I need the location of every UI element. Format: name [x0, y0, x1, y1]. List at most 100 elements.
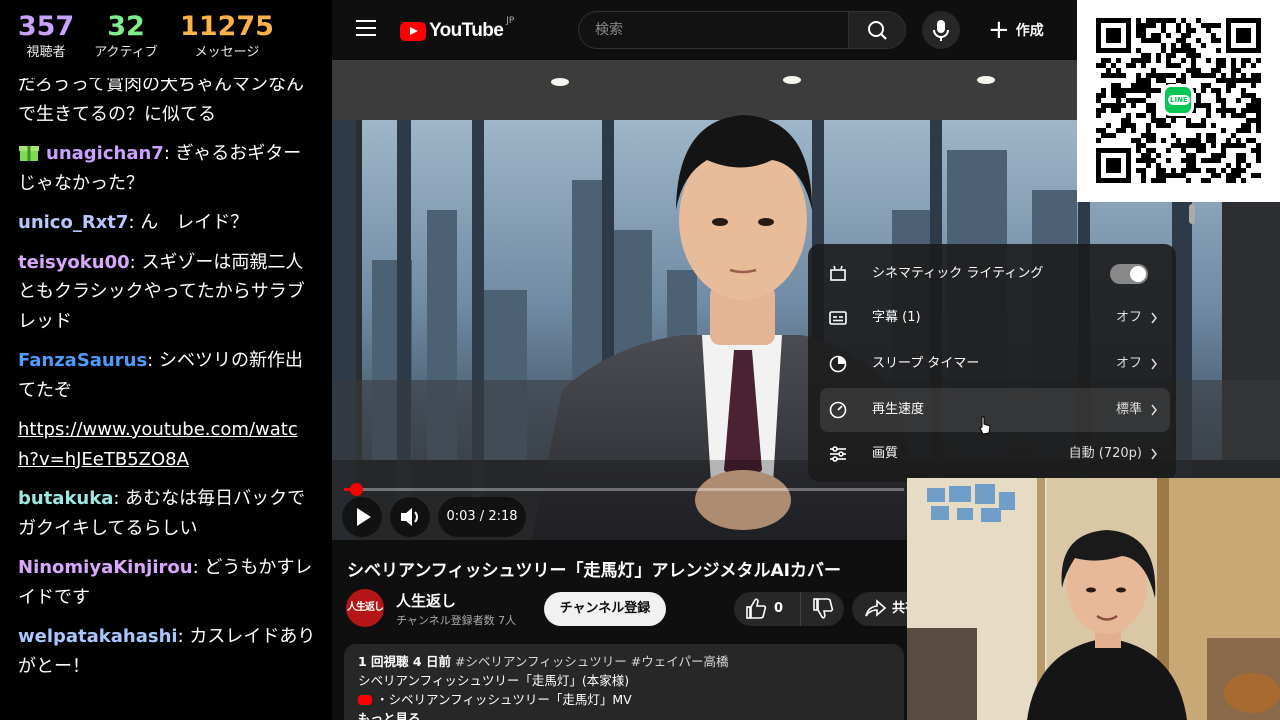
viewer-count: 357 視聴者 — [14, 10, 78, 62]
quality-icon — [830, 446, 846, 462]
progress-scrubber[interactable] — [350, 483, 363, 496]
scrollbar-thumb[interactable] — [1189, 204, 1195, 224]
settings-row-sleep-timer[interactable]: スリープ タイマー オフ — [820, 342, 1170, 386]
search-button[interactable] — [848, 11, 906, 49]
menu-icon[interactable] — [356, 20, 376, 38]
play-icon — [357, 508, 371, 526]
message-count-label: メッセージ — [194, 45, 260, 60]
chat-separator: : — [192, 557, 205, 578]
viewer-count-value: 357 — [17, 11, 75, 42]
video-title: シベリアンフィッシュツリー「走馬灯」アレンジメタルAIカバー — [347, 561, 841, 581]
settings-row-value: 自動 (720p) — [1068, 446, 1142, 461]
like-button[interactable]: 0 — [734, 592, 794, 626]
youtube-logo-text: YouTube — [429, 20, 504, 41]
cinematic-lighting-toggle[interactable] — [1110, 264, 1148, 284]
chat-message: unagichan7: ぎゃるおギターじゃなかった？ — [18, 139, 318, 198]
active-count-label: アクティブ — [94, 45, 158, 60]
like-count: 0 — [774, 601, 784, 616]
channel-name[interactable]: 人生返し — [396, 590, 456, 611]
settings-row-cinematic-lighting[interactable]: シネマティック ライティング — [820, 252, 1170, 296]
region-code: JP — [506, 16, 515, 26]
settings-row-playback-speed[interactable]: 再生速度 標準 — [820, 388, 1170, 432]
youtube-logo[interactable]: YouTube JP — [400, 16, 514, 42]
search-input[interactable]: 検索 — [578, 11, 848, 49]
search-icon — [868, 21, 887, 40]
webcam-overlay — [907, 478, 1280, 720]
chat-message: NinomiyaKinjirou: どうもかすレイドです — [18, 553, 318, 612]
channel-avatar[interactable]: 人生返し — [346, 589, 384, 627]
settings-row-label: 画質 — [872, 446, 899, 461]
view-count-date: 1 回視聴 4 日前 — [358, 654, 451, 669]
show-more-link[interactable]: もっと見る — [358, 709, 890, 720]
chevron-right-icon — [1151, 448, 1157, 460]
settings-row-label: スリープ タイマー — [872, 356, 980, 371]
chat-text: ん レイド？ — [140, 212, 249, 233]
settings-row-value: 標準 — [1115, 402, 1142, 417]
chat-message: welpatakahashi: カスレイドありがとー！ — [18, 622, 318, 681]
description-line: シベリアンフィッシュツリー「走馬灯」(本家様) — [358, 673, 630, 688]
settings-row-label: 再生速度 — [872, 402, 925, 417]
mouse-cursor-icon — [979, 416, 991, 435]
chat-separator: : — [128, 212, 141, 233]
hashtags[interactable]: #シベリアンフィッシュツリー #ウェイパー高橋 — [455, 654, 729, 669]
chat-message: https://www.youtube.com/watch?v=hJEeTB5Z… — [18, 415, 318, 474]
gift-icon — [19, 146, 39, 161]
settings-row-label: 字幕 (1) — [872, 310, 921, 325]
mic-icon — [933, 20, 949, 41]
message-count: 11275 メッセージ — [176, 10, 278, 62]
plus-icon: + — [988, 15, 1010, 45]
thumbs-down-icon — [813, 598, 834, 619]
create-button[interactable]: + 作成 — [988, 14, 1044, 46]
chat-message: FanzaSaurus: シベツリの新作出てたぞ — [18, 346, 318, 405]
chat-separator: : — [147, 350, 159, 371]
chat-message: だろうって賞肉の犬ちゃんマンなんで生きてるの？に似てる — [18, 70, 318, 129]
cinematic-icon — [830, 265, 846, 281]
chat-username[interactable]: butakuka — [18, 488, 113, 509]
description-link[interactable]: ・シベリアンフィッシュツリー「走馬灯」MV — [376, 692, 632, 707]
speed-icon — [829, 401, 847, 419]
chat-panel: だろうって賞肉の犬ちゃんマンなんで生きてるの？に似てる unagichan7: ぎ… — [0, 0, 332, 720]
chat-separator: : — [129, 251, 142, 273]
share-icon — [865, 599, 887, 617]
settings-menu: シネマティック ライティング 字幕 (1) オフ スリープ タイマー オフ 再生… — [808, 244, 1176, 482]
chat-username[interactable]: unagichan7 — [46, 143, 164, 164]
settings-row-value: オフ — [1115, 310, 1142, 325]
line-badge-text: LINE — [1168, 95, 1190, 105]
stream-stats: 357 視聴者 32 アクティブ 11275 メッセージ — [0, 0, 332, 78]
chat-message: teisyoku00: スギゾーは両親二人ともクラシックやってたからサラブレッド — [18, 248, 318, 337]
thumbs-up-icon — [746, 598, 767, 619]
time-display: 0:03 / 2:18 — [438, 497, 526, 537]
progress-bar[interactable] — [344, 483, 904, 496]
chat-message: unico_Rxt7: ん レイド？ — [18, 208, 318, 238]
chat-username[interactable]: teisyoku00 — [18, 252, 130, 273]
viewer-count-label: 視聴者 — [26, 45, 66, 60]
line-app-icon: LINE — [1162, 84, 1194, 116]
youtube-video-icon — [358, 695, 372, 705]
chat-separator: : — [163, 143, 176, 164]
play-button[interactable] — [342, 497, 382, 537]
chevron-right-icon — [1151, 404, 1157, 416]
settings-row-value: オフ — [1115, 356, 1142, 371]
chat-username[interactable]: unico_Rxt7 — [18, 212, 128, 233]
active-count-value: 32 — [107, 11, 145, 42]
chat-link[interactable]: https://www.youtube.com/watch?v=hJEeTB5Z… — [18, 419, 298, 470]
chat-separator: : — [177, 626, 190, 647]
chat-message-list: だろうって賞肉の犬ちゃんマンなんで生きてるの？に似てる unagichan7: ぎ… — [18, 70, 318, 691]
dislike-button[interactable] — [800, 592, 844, 626]
subtitles-icon — [829, 311, 847, 325]
chevron-right-icon — [1151, 312, 1157, 324]
chat-username[interactable]: NinomiyaKinjirou — [18, 557, 193, 578]
settings-row-subtitles[interactable]: 字幕 (1) オフ — [820, 296, 1170, 340]
active-count: 32 アクティブ — [84, 10, 168, 62]
chat-username[interactable]: welpatakahashi — [18, 626, 178, 647]
qr-code-overlay: LINE — [1077, 0, 1280, 202]
volume-button[interactable] — [390, 497, 430, 537]
description-box[interactable]: 1 回視聴 4 日前 #シベリアンフィッシュツリー #ウェイパー高橋 シベリアン… — [344, 644, 904, 720]
volume-icon — [401, 508, 418, 526]
subscribe-button[interactable]: チャンネル登録 — [544, 592, 666, 626]
subscriber-count: チャンネル登録者数 7人 — [396, 614, 517, 627]
settings-row-quality[interactable]: 画質 自動 (720p) — [820, 432, 1170, 476]
chat-username[interactable]: FanzaSaurus — [18, 350, 147, 371]
sleep-timer-icon — [829, 355, 847, 373]
voice-search-button[interactable] — [922, 11, 960, 49]
